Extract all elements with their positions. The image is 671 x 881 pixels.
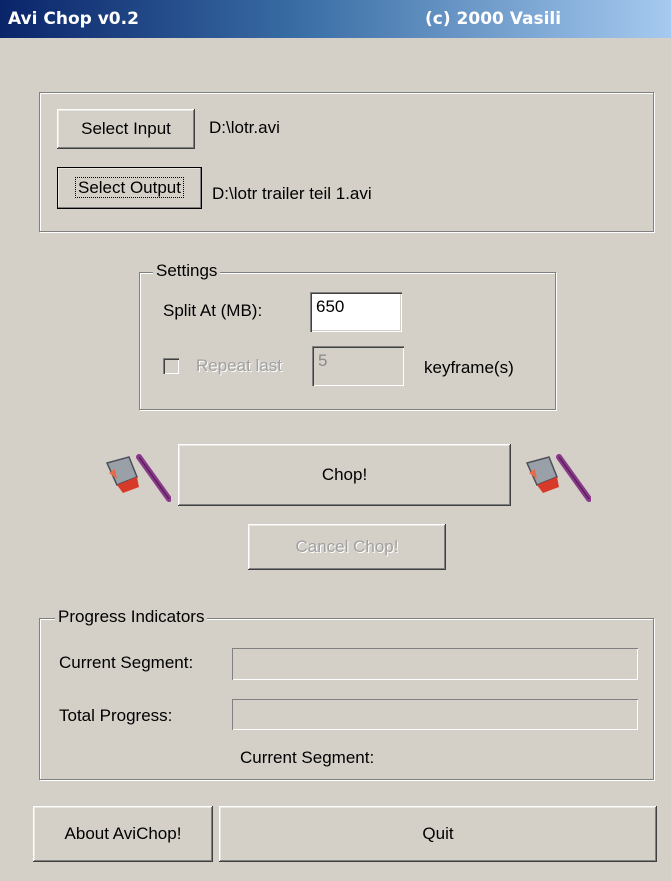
select-input-button[interactable]: Select Input (57, 109, 195, 149)
total-progress-label: Total Progress: (59, 706, 173, 725)
select-output-button[interactable]: Select Output (57, 167, 202, 209)
repeat-last-checkbox[interactable] (163, 358, 179, 374)
progress-status-text: Current Segment: (240, 748, 375, 767)
current-segment-label: Current Segment: (59, 653, 194, 672)
copyright-text: (c) 2000 Vasili (425, 9, 562, 29)
keyframes-label: keyframe(s) (424, 358, 514, 377)
about-button[interactable]: About AviChop! (33, 806, 213, 862)
axe-icon (523, 451, 592, 503)
settings-legend: Settings (153, 261, 221, 281)
repeat-keyframes-input[interactable]: 5 (312, 346, 404, 386)
progress-legend: Progress Indicators (55, 607, 208, 627)
split-at-label: Split At (MB): (163, 301, 263, 320)
input-path: D:\lotr.avi (209, 118, 280, 137)
window-title: Avi Chop v0.2 (8, 9, 139, 29)
split-at-input[interactable]: 650 (310, 292, 402, 332)
total-progress-bar (232, 699, 638, 730)
repeat-last-label: Repeat last (196, 356, 282, 375)
chop-button[interactable]: Chop! (178, 444, 511, 506)
quit-button[interactable]: Quit (219, 806, 657, 862)
current-segment-progress-bar (232, 648, 638, 680)
output-path: D:\lotr trailer teil 1.avi (212, 184, 372, 203)
axe-icon (103, 451, 172, 503)
title-bar[interactable]: Avi Chop v0.2 (c) 2000 Vasili (0, 0, 671, 38)
cancel-chop-button[interactable]: Cancel Chop! (248, 524, 446, 570)
